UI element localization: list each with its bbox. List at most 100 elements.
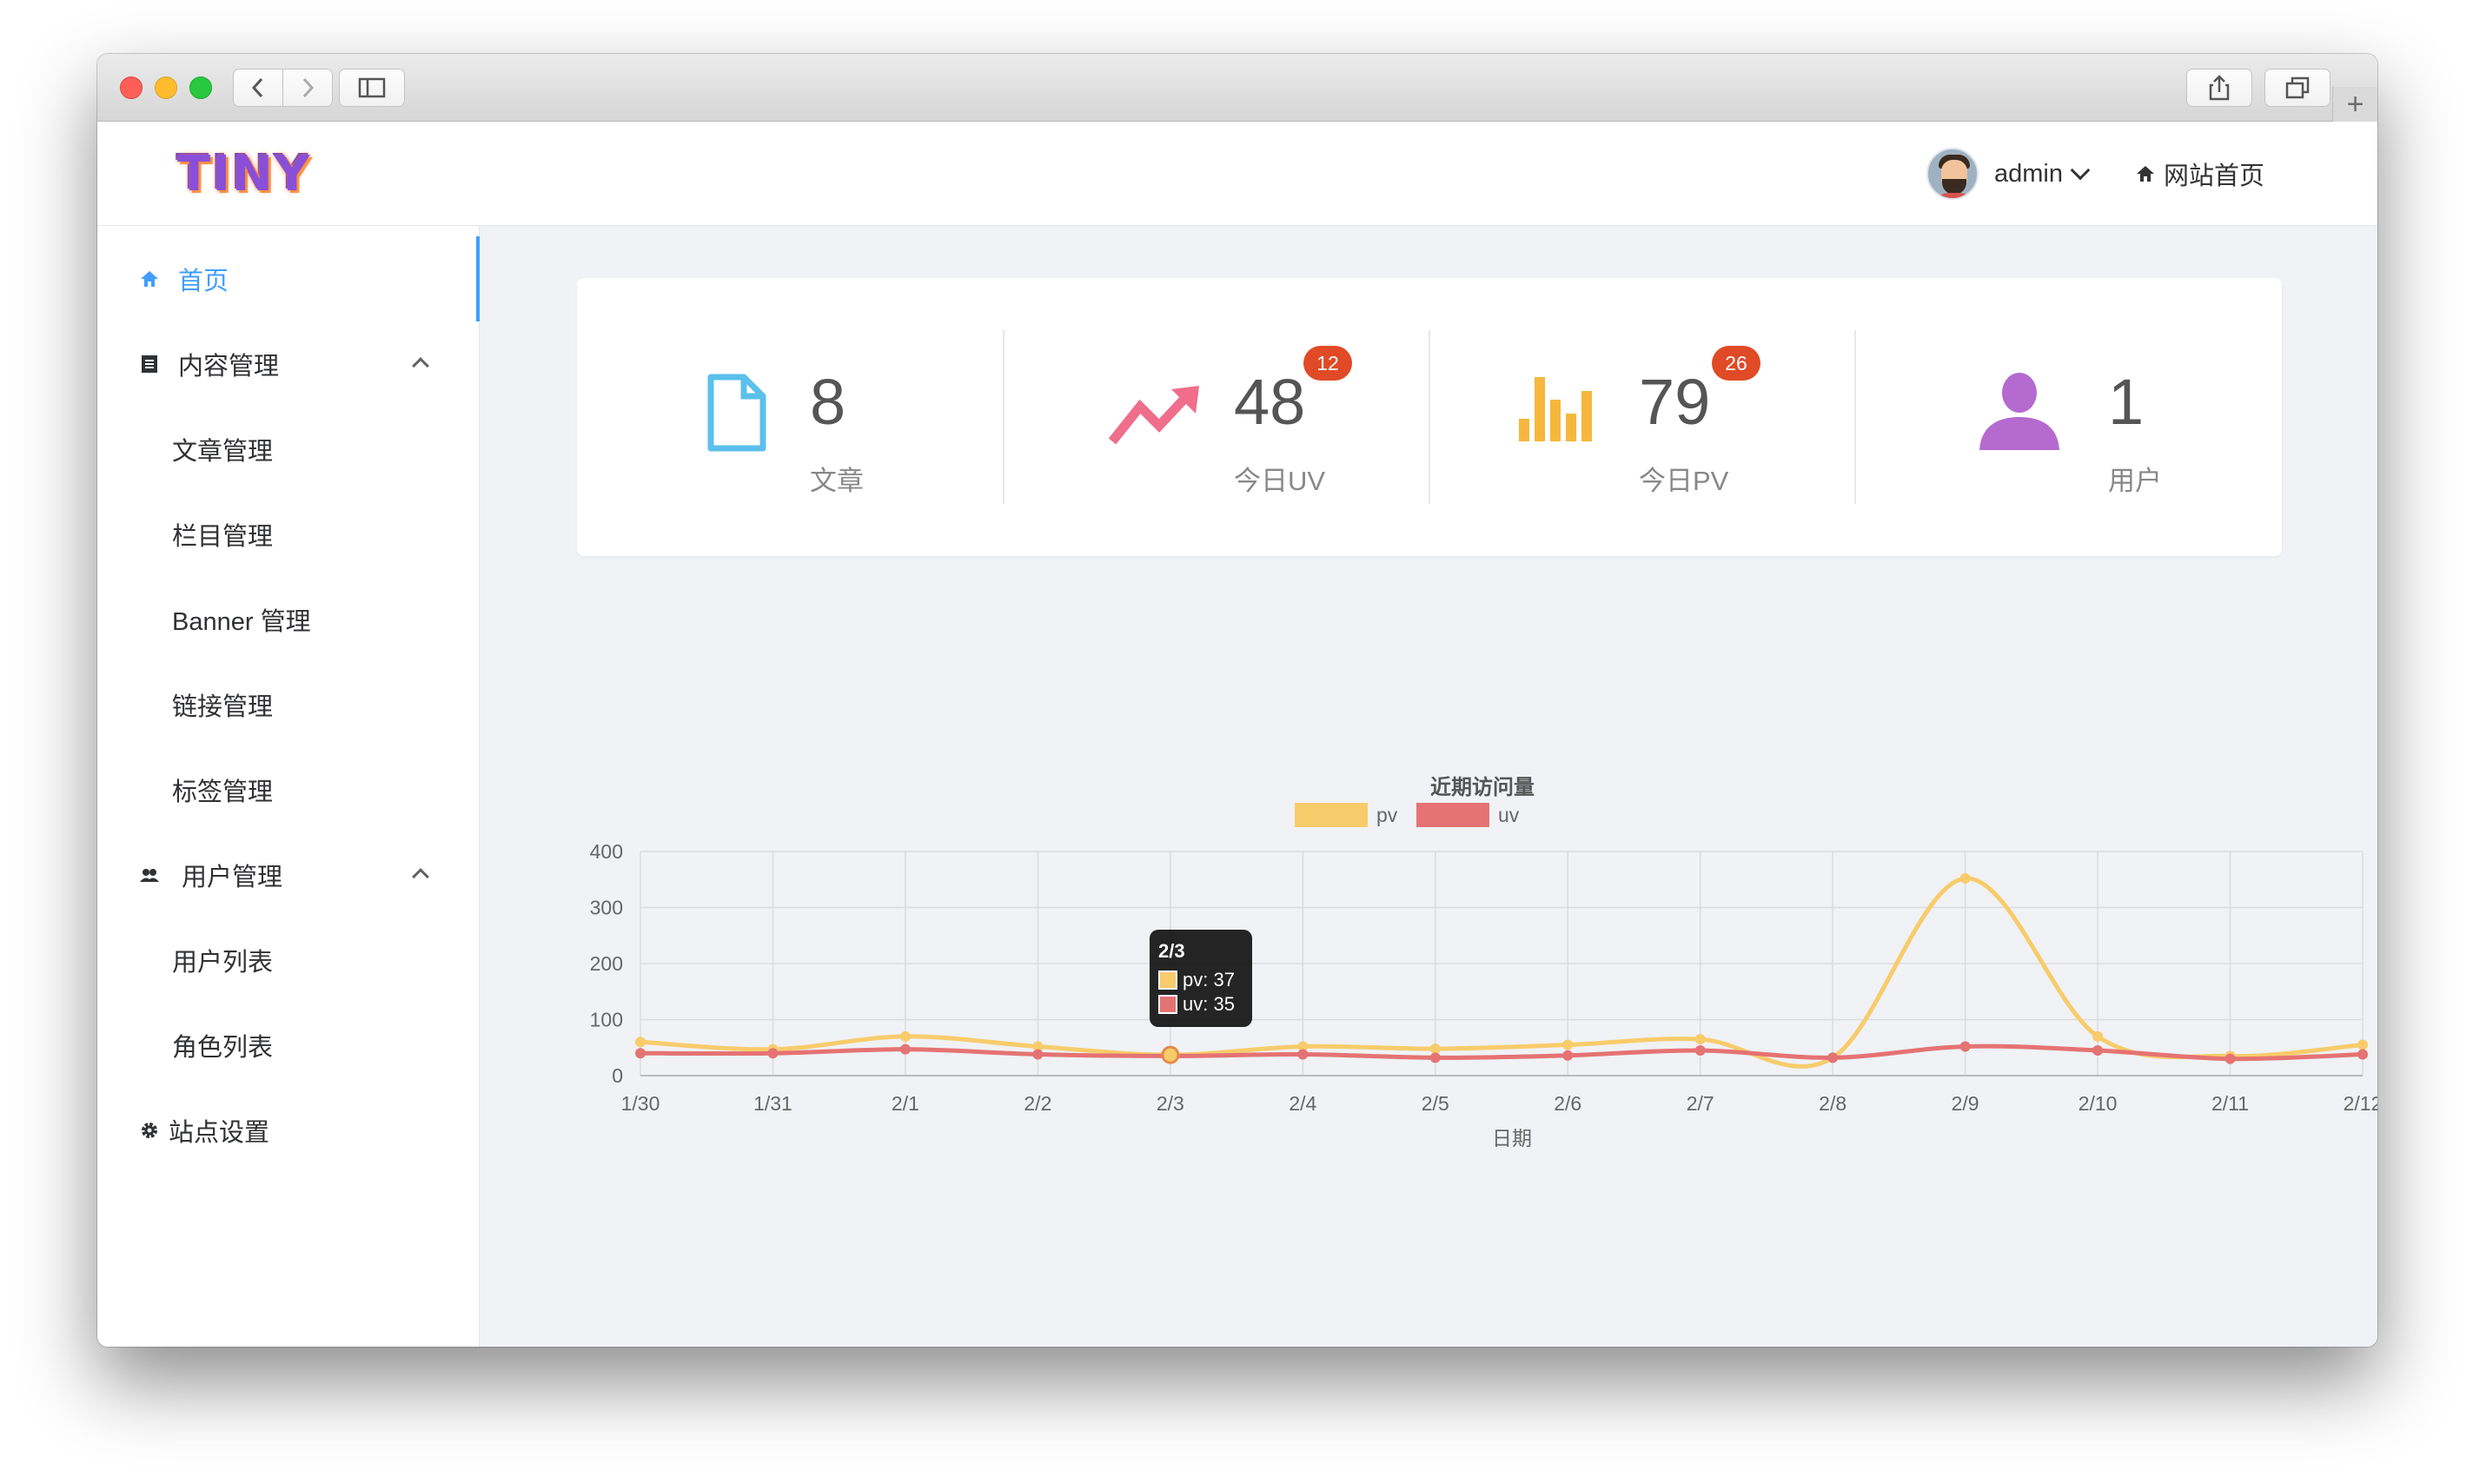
admin-app: TINY admin 网站首页 首页 内容管理 文章管理 栏目管理 Banner… <box>97 122 2377 1347</box>
data-point-pv <box>1429 1043 1441 1055</box>
tooltip-row-pv: pv: 37 <box>1158 968 1243 992</box>
x-tick-label: 2/7 <box>1687 1092 1714 1115</box>
sidebar-item-site-settings[interactable]: 站点设置 <box>97 1088 480 1173</box>
x-tick-label: 2/10 <box>2079 1092 2118 1115</box>
x-tick-label: 2/3 <box>1157 1092 1184 1115</box>
username-dropdown[interactable]: admin <box>1994 160 2063 189</box>
browser-window: + TINY admin 网站首页 首页 内容管理 文章管理 栏目管理 Bann… <box>97 54 2377 1347</box>
tabs-overview-button[interactable] <box>2264 69 2330 107</box>
data-point-uv <box>1429 1052 1441 1063</box>
header-right: admin 网站首页 <box>1926 148 2264 200</box>
data-point-uv <box>2092 1044 2104 1056</box>
tooltip-pv-value: pv: 37 <box>1183 969 1235 990</box>
data-point-uv <box>635 1048 646 1059</box>
sidebar-item-banners[interactable]: Banner 管理 <box>97 577 480 662</box>
sidebar-item-role-list[interactable]: 角色列表 <box>97 1003 480 1088</box>
tabs-icon <box>2285 76 2310 99</box>
x-tick-label: 2/5 <box>1422 1092 1449 1115</box>
data-point-uv <box>1032 1049 1044 1060</box>
x-tick-label: 2/8 <box>1819 1092 1846 1115</box>
data-point-uv <box>1297 1049 1309 1060</box>
sidebar-item-home[interactable]: 首页 <box>97 236 480 321</box>
sidebar-item-columns[interactable]: 栏目管理 <box>97 492 480 577</box>
window-titlebar: + <box>97 54 2377 122</box>
visits-chart: 近期访问量 pv uv 0 100 200 300 400 1/30 1/31 2/1 2/2 2/3 2… <box>480 226 2377 1347</box>
data-point-uv <box>1959 1041 1971 1052</box>
x-axis-title: 日期 <box>1492 1127 1532 1149</box>
data-point-uv <box>899 1043 911 1055</box>
legend-label-uv: uv <box>1498 804 1520 826</box>
pv-swatch <box>1158 971 1177 990</box>
data-point-pv <box>2357 1039 2368 1050</box>
x-tick-label: 2/1 <box>892 1092 919 1115</box>
chevron-right-icon <box>302 77 315 98</box>
x-tick-label: 2/2 <box>1024 1092 1051 1115</box>
sidebar-item-label: 链接管理 <box>172 693 274 721</box>
sidebar-toggle-button[interactable] <box>339 69 405 107</box>
site-logo[interactable]: TINY <box>177 146 311 202</box>
users-icon <box>140 869 159 882</box>
chart-tooltip: 2/3 pv: 37 uv: 35 <box>1150 930 1252 1027</box>
legend-swatch-uv <box>1416 803 1489 827</box>
sidebar-item-label: 标签管理 <box>172 778 274 806</box>
sidebar-item-label: Banner 管理 <box>172 608 311 636</box>
sidebar-item-label: 用户管理 <box>182 864 283 891</box>
hover-point-pv <box>1161 1045 1180 1064</box>
x-tick-label: 2/9 <box>1952 1092 1979 1115</box>
tooltip-row-uv: uv: 35 <box>1158 992 1243 1017</box>
x-tick-label: 1/31 <box>753 1092 792 1115</box>
forward-button[interactable] <box>282 69 333 107</box>
data-point-pv <box>2092 1030 2104 1042</box>
sidebar-item-users[interactable]: 用户管理 <box>97 832 480 918</box>
y-tick-label: 0 <box>612 1064 623 1087</box>
home-icon <box>2136 166 2154 182</box>
data-point-uv <box>1562 1050 1574 1061</box>
sidebar-item-links[interactable]: 链接管理 <box>97 662 480 747</box>
sidebar-item-label: 栏目管理 <box>172 523 274 551</box>
sidebar-item-user-list[interactable]: 用户列表 <box>97 918 480 1003</box>
zoom-window-button[interactable] <box>189 76 212 99</box>
sidebar-item-label: 用户列表 <box>172 949 274 977</box>
x-tick-label: 2/12 <box>2344 1092 2377 1115</box>
legend-label-pv: pv <box>1376 804 1398 826</box>
line-chart: 近期访问量pv uv01002003004001/30 1/31 2/1 2/2 2/3 2… <box>590 776 2377 1149</box>
chevron-down-icon[interactable] <box>2070 160 2091 181</box>
sidebar-item-articles[interactable]: 文章管理 <box>97 407 480 492</box>
chevron-left-icon <box>251 77 263 98</box>
data-point-pv <box>1562 1039 1574 1050</box>
sidebar-item-label: 角色列表 <box>172 1034 274 1062</box>
sidebar: 首页 内容管理 文章管理 栏目管理 Banner 管理 链接管理 标签管理 用户… <box>97 226 480 1347</box>
home-icon <box>141 271 158 287</box>
data-point-uv <box>767 1048 779 1059</box>
sidebar-icon <box>358 77 386 98</box>
y-tick-label: 100 <box>590 1009 623 1031</box>
chart-title: 近期访问量 <box>1430 776 1535 799</box>
minimize-window-button[interactable] <box>155 76 177 99</box>
new-tab-button[interactable]: + <box>2332 87 2377 122</box>
close-window-button[interactable] <box>120 76 143 99</box>
x-tick-label: 2/11 <box>2211 1092 2249 1115</box>
gear-icon <box>142 1123 157 1138</box>
x-tick-label: 2/6 <box>1554 1092 1581 1115</box>
avatar[interactable] <box>1926 148 1979 200</box>
y-tick-label: 300 <box>590 897 623 919</box>
tooltip-title: 2/3 <box>1158 940 1185 962</box>
sidebar-item-label: 站点设置 <box>169 1119 270 1147</box>
website-home-link[interactable]: 网站首页 <box>2136 156 2264 192</box>
back-button[interactable] <box>233 69 283 107</box>
data-point-pv <box>899 1030 911 1042</box>
y-tick-label: 200 <box>590 952 623 975</box>
data-point-pv <box>635 1037 646 1048</box>
website-home-label: 网站首页 <box>2163 162 2264 190</box>
tooltip-uv-value: uv: 35 <box>1183 993 1235 1015</box>
x-tick-label: 2/4 <box>1289 1092 1316 1115</box>
uv-swatch <box>1158 995 1177 1014</box>
data-point-uv <box>2357 1049 2368 1060</box>
chevron-up-icon <box>412 357 429 374</box>
data-point-uv <box>2224 1053 2236 1064</box>
series-line-pv <box>640 876 2364 1069</box>
legend-swatch-pv <box>1295 803 1368 827</box>
sidebar-item-tags[interactable]: 标签管理 <box>97 747 480 832</box>
share-button[interactable] <box>2186 69 2252 107</box>
sidebar-item-content[interactable]: 内容管理 <box>97 321 480 407</box>
